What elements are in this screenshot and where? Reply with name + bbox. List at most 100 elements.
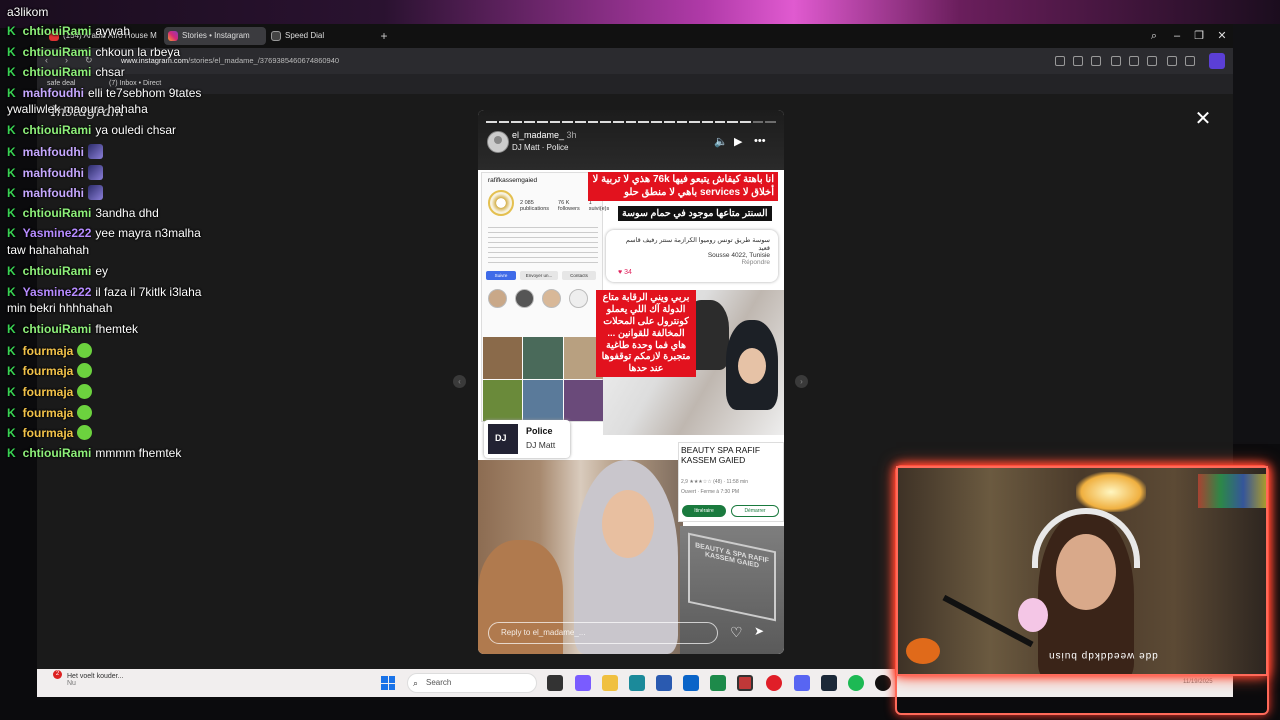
chat-message: ya ouledi chsar (95, 123, 177, 138)
chat-username[interactable]: fourmaja (23, 406, 74, 420)
edit-icon[interactable] (1055, 56, 1065, 66)
store-icon[interactable] (656, 675, 672, 691)
story-song[interactable]: DJ Matt · Police (512, 143, 568, 152)
chat-username[interactable]: mahfoudhi (23, 166, 84, 180)
chat-message: 3andha dhd (95, 205, 159, 220)
chat-username[interactable]: fourmaja (23, 426, 74, 440)
heart-icon[interactable] (1129, 56, 1139, 66)
share-icon[interactable]: ➤ (754, 624, 764, 638)
copilot-icon[interactable] (575, 675, 591, 691)
chat-username[interactable]: Yasmine222 (23, 226, 92, 240)
chat-username[interactable]: chtiouiRami (23, 45, 92, 59)
contacts-button: Contacts (562, 271, 596, 280)
opera-icon[interactable] (766, 675, 782, 691)
comment-screenshot: سوسة طريق تونس روميوا الكرازمة سنتر رفيف… (606, 230, 778, 282)
chat-message: il faza il 7kitlk i3laha (95, 284, 202, 299)
tab-speed-dial[interactable]: Speed Dial (267, 27, 357, 45)
story-viewer[interactable]: rafifkassemgaied 2 085 publications 76 Kf… (478, 110, 784, 654)
chat-message: yee mayra n3malha (95, 226, 201, 241)
edge-icon[interactable] (629, 675, 645, 691)
message-button: Envoyer un... (520, 271, 558, 280)
maps-screenshot: BEAUTY SPA RAFIF KASSEM GAIED 2,9 ★★★☆☆ … (678, 442, 784, 522)
menu-icon[interactable] (1167, 56, 1177, 66)
chat-emote-icon (77, 404, 93, 420)
chat-username[interactable]: chtiouiRami (23, 322, 92, 336)
lamp (1076, 472, 1146, 512)
discord-icon[interactable] (794, 675, 810, 691)
chat-username[interactable]: mahfoudhi (23, 145, 84, 159)
more-options-icon[interactable]: ••• (754, 135, 766, 147)
play-icon[interactable] (1111, 56, 1121, 66)
story-username[interactable]: el_madame_ 3h (512, 130, 577, 140)
headset (1032, 508, 1140, 568)
photo-face (738, 348, 766, 384)
maps-title: BEAUTY SPA RAFIF KASSEM GAIED (681, 445, 761, 465)
play-icon[interactable]: ▶ (734, 135, 742, 148)
camera-icon[interactable] (1073, 56, 1083, 66)
app-icon[interactable] (710, 675, 726, 691)
file-explorer-icon[interactable] (602, 675, 618, 691)
music-sticker[interactable]: Police DJ Matt (484, 420, 570, 458)
kick-badge-icon: K (7, 186, 16, 201)
shield-icon[interactable] (1091, 56, 1101, 66)
outlook-icon[interactable] (683, 675, 699, 691)
new-tab-button[interactable]: + (377, 29, 391, 43)
taskbar-search[interactable]: ⌕ Search (407, 673, 537, 693)
chat-line: KchtiouiRami chkoun la rbeya (7, 45, 180, 59)
chat-username[interactable]: mahfoudhi (23, 86, 84, 100)
chat-username[interactable]: chtiouiRami (23, 206, 92, 220)
chat-emote-icon (88, 185, 103, 201)
restore-button[interactable]: ❐ (1192, 29, 1206, 43)
reply-input[interactable]: Reply to el_madame_... (488, 622, 718, 644)
microphone (1018, 598, 1048, 632)
search-tabs-icon[interactable]: ⌕ (1147, 29, 1161, 43)
chat-message: chsar (95, 65, 125, 80)
previous-story-icon[interactable]: ‹ (453, 375, 466, 388)
extension-icon[interactable] (1209, 53, 1225, 69)
chat-emote-icon (77, 425, 93, 441)
chat-username[interactable]: fourmaja (23, 344, 74, 358)
chat-line: KchtiouiRami ya ouledi chsar (7, 123, 176, 137)
avatar[interactable] (487, 131, 509, 153)
like-icon[interactable]: ♡ (730, 624, 743, 641)
minimize-button[interactable]: – (1170, 29, 1184, 43)
close-story-button[interactable]: ✕ (1192, 108, 1214, 130)
weather-widget[interactable]: Het voelt kouder... Nu (57, 673, 123, 687)
chat-line: Kfourmaja (7, 384, 93, 399)
directions-button: Itinéraire (682, 505, 726, 517)
chat-username[interactable]: Yasmine222 (23, 285, 92, 299)
story-caption-black: السنتر متاعها موجود في حمام سوسة (618, 206, 772, 221)
next-story-icon[interactable]: › (795, 375, 808, 388)
spotify-icon[interactable] (848, 675, 864, 691)
webcam-overlay-text: dde weeddkdp buisn (1048, 650, 1158, 661)
chat-line-continuation: min bekri hhhhahah (7, 301, 113, 316)
chat-username[interactable]: fourmaja (23, 385, 74, 399)
chat-username[interactable]: chtiouiRami (23, 264, 92, 278)
story-caption-red-2: بربي ويني الرقابة متاع الدولة آك اللي يع… (596, 290, 696, 378)
chat-username[interactable]: chtiouiRami (23, 65, 92, 79)
download-icon[interactable] (1147, 56, 1157, 66)
task-view-icon[interactable] (547, 675, 563, 691)
kick-badge-icon: K (7, 44, 16, 59)
heart-icon: ♥ 34 (618, 269, 632, 276)
stream-chat: a3likom KchtiouiRami aywah KchtiouiRami chko… (0, 0, 240, 460)
mute-icon[interactable]: 🔈 (714, 135, 728, 148)
chat-line: KchtiouiRami chsar (7, 65, 125, 79)
chat-emote-icon (88, 144, 103, 159)
chat-username[interactable]: mahfoudhi (23, 186, 84, 200)
chat-line: Kfourmaja (7, 363, 93, 379)
kick-badge-icon: K (7, 426, 16, 441)
chat-username[interactable]: fourmaja (23, 364, 74, 378)
steam-icon[interactable] (821, 675, 837, 691)
start-button[interactable] (381, 676, 395, 690)
kick-badge-icon: K (7, 322, 16, 337)
chat-username[interactable]: chtiouiRami (23, 123, 92, 137)
obs-icon[interactable] (737, 675, 753, 691)
chat-line: K Yasmine222 il faza il 7kitlk i3laha (7, 285, 201, 299)
lock-icon[interactable] (1185, 56, 1195, 66)
chat-username[interactable]: chtiouiRami (23, 446, 92, 460)
app-icon[interactable] (875, 675, 891, 691)
kick-badge-icon: K (7, 123, 16, 138)
chat-username[interactable]: chtiouiRami (23, 24, 92, 38)
close-window-button[interactable]: ✕ (1215, 29, 1229, 43)
